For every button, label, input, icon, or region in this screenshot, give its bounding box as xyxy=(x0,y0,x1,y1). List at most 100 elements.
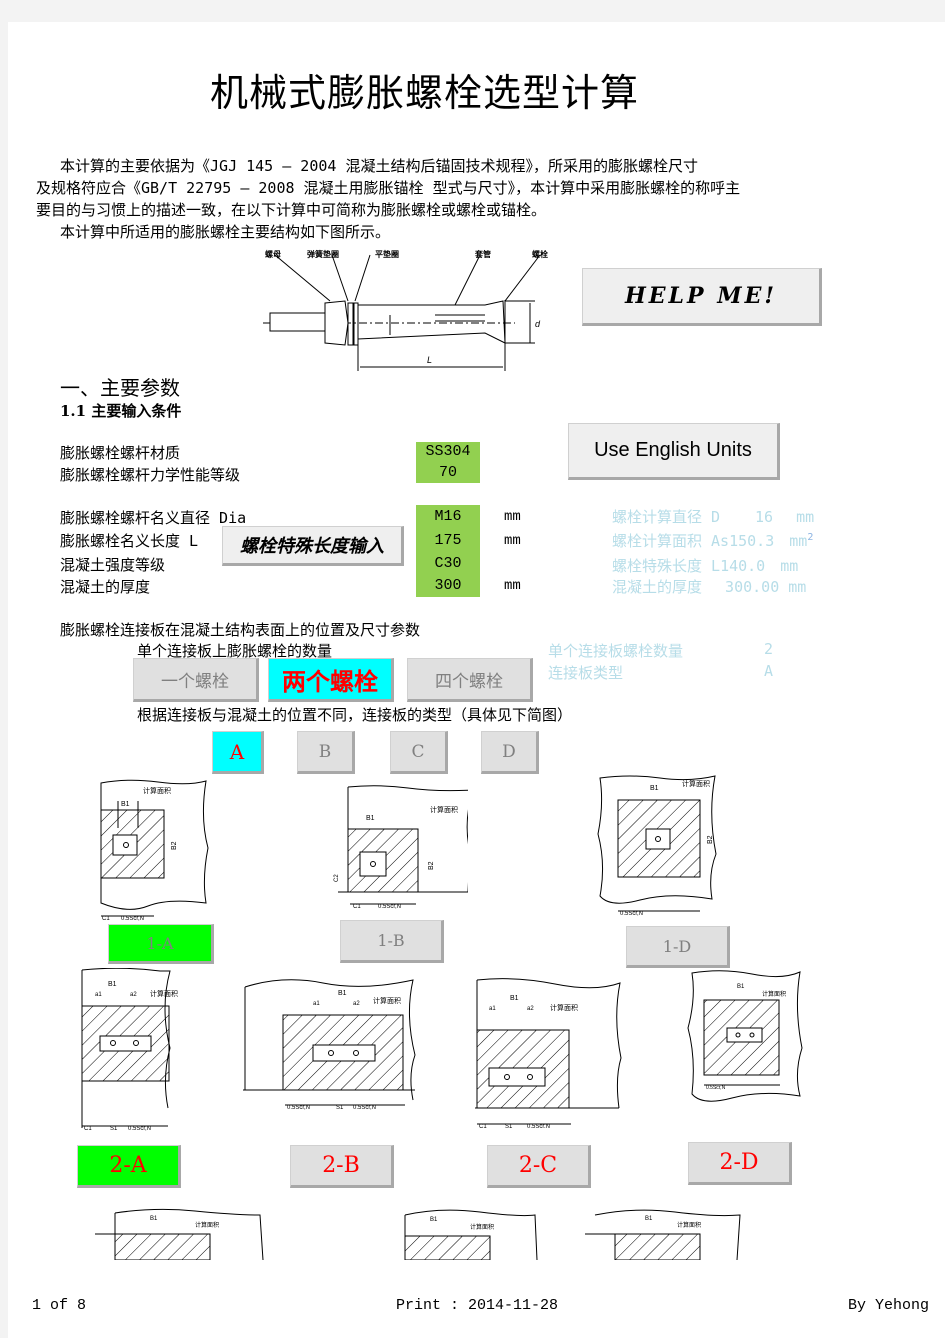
calc-thickness-unit: mm xyxy=(788,578,807,596)
length-label: 膨胀螺栓名义长度 L xyxy=(60,532,199,550)
label-calc-area: 计算面积 xyxy=(550,1003,578,1012)
four-bolts-button[interactable]: 四个螺栓 xyxy=(407,658,533,702)
label-half-scr: 0.5Scr,N xyxy=(527,1124,550,1128)
calc-area: 螺栓计算面积 As150.3 mm2 xyxy=(612,530,813,551)
diagram-1b: B1 计算面积 C1 0.5Scr,N C2 B2 xyxy=(334,785,468,910)
label-a1: a1 xyxy=(95,992,102,998)
label-a2: a2 xyxy=(130,992,137,998)
case-2a-button[interactable]: 2-A xyxy=(77,1145,181,1188)
calc-thickness: 混凝土的厚度 300.00 mm xyxy=(612,576,806,597)
label-b2: B2 xyxy=(428,861,435,870)
label-calc-area: 计算面积 xyxy=(143,786,171,795)
label-b1: B1 xyxy=(645,1216,653,1222)
diagram-partial-2: B1 计算面积 xyxy=(404,1209,538,1260)
label-calc-area: 计算面积 xyxy=(430,805,458,814)
label-b2: B2 xyxy=(171,841,178,850)
case-1d-button[interactable]: 1-D xyxy=(626,926,730,968)
summary-type-value: A xyxy=(764,662,774,680)
diameter-unit: mm xyxy=(504,509,521,525)
diagram-1a: B1 计算面积 C1 0.5Scr,N B2 xyxy=(100,779,209,922)
length-unit: mm xyxy=(504,533,521,549)
two-bolts-button[interactable]: 两个螺栓 xyxy=(268,658,394,702)
label-length: L xyxy=(427,355,432,365)
concrete-grade-input[interactable]: C30 xyxy=(416,553,480,575)
label-half-scr: 0.5Scr,N xyxy=(378,904,401,910)
case-1a-button[interactable]: 1-A xyxy=(108,924,214,964)
label-calc-area: 计算面积 xyxy=(677,1221,701,1229)
label-b1: B1 xyxy=(430,1217,438,1223)
diagram-partial-3: B1 计算面积 xyxy=(585,1209,741,1260)
diagram-2b: B1 a1 a2 计算面积 0.5Scr,N S1 0.5Scr,N xyxy=(243,979,416,1111)
calc-special-length-value: 140.0 xyxy=(720,557,766,575)
label-diameter: d xyxy=(535,319,541,329)
diameter-label: 膨胀螺栓螺杆名义直径 Dia xyxy=(60,509,247,527)
page-number: 1 of 8 xyxy=(32,1297,87,1314)
page-title: 机械式膨胀螺栓选型计算 xyxy=(210,71,640,115)
label-b1: B1 xyxy=(510,995,519,1002)
grade-input[interactable]: 70 xyxy=(416,462,480,483)
label-b1: B1 xyxy=(150,1216,158,1222)
section-heading: 一、主要参数 xyxy=(60,376,180,400)
label-half-scr: 0.5Scr,N xyxy=(128,1126,151,1132)
type-b-button[interactable]: B xyxy=(297,731,355,774)
label-calc-area: 计算面积 xyxy=(470,1223,494,1231)
label-b1: B1 xyxy=(650,785,659,792)
summary-count-value: 2 xyxy=(764,640,774,658)
summary-type-label: 连接板类型 xyxy=(548,664,624,682)
label-nut: 螺母 xyxy=(265,249,281,259)
one-bolt-button[interactable]: 一个螺栓 xyxy=(133,658,259,702)
calc-diameter-label: 螺栓计算直径 D xyxy=(612,508,721,526)
label-half-scr: 0.5Scr,N xyxy=(706,1085,726,1091)
author: By Yehong xyxy=(848,1297,930,1314)
label-calc-area: 计算面积 xyxy=(150,989,178,998)
calc-special-length-label: 螺栓特殊长度 L xyxy=(612,557,721,575)
calc-thickness-label: 混凝土的厚度 xyxy=(612,578,703,596)
intro-line-4: 本计算中所适用的膨胀螺栓主要结构如下图所示。 xyxy=(60,223,391,241)
label-a1: a1 xyxy=(489,1006,496,1012)
plate-type-label: 根据连接板与混凝土的位置不同，连接板的类型（具体见下简图） xyxy=(137,706,573,724)
help-me-button[interactable]: HELP ME! xyxy=(582,268,822,326)
grade-label: 膨胀螺栓螺杆力学性能等级 xyxy=(60,466,241,484)
label-calc-area: 计算面积 xyxy=(682,779,710,788)
calc-special-length: 螺栓特殊长度 L140.0 mm xyxy=(612,555,798,576)
material-input[interactable]: SS304 xyxy=(416,442,480,462)
length-input[interactable]: 175 xyxy=(416,529,480,553)
diagram-partial-1: B1 计算面积 xyxy=(95,1208,264,1260)
label-half-scr: 0.5Scr,N xyxy=(620,911,643,917)
label-half-scr-right: 0.5Scr,N xyxy=(353,1105,376,1111)
calc-area-label: 螺栓计算面积 As xyxy=(612,532,730,550)
label-c1: C1 xyxy=(353,904,361,910)
label-bolt: 螺栓 xyxy=(532,249,548,259)
label-b1: B1 xyxy=(338,990,347,997)
bolt-structure-diagram: 螺母 弹簧垫圈 平垫圈 套管 螺栓 L d xyxy=(263,249,548,371)
label-c1: C1 xyxy=(84,1126,92,1132)
label-s1: S1 xyxy=(110,1126,118,1132)
special-length-button[interactable]: 螺栓特殊长度输入 xyxy=(222,526,404,566)
type-a-button[interactable]: A xyxy=(212,731,264,774)
calc-diameter-unit: mm xyxy=(796,508,815,526)
print-date: Print : 2014-11-28 xyxy=(396,1297,559,1314)
case-1b-button[interactable]: 1-B xyxy=(340,920,444,963)
label-c2: C2 xyxy=(334,874,340,882)
diameter-input[interactable]: M16 xyxy=(416,505,480,529)
case-2d-button[interactable]: 2-D xyxy=(688,1142,792,1185)
type-d-button[interactable]: D xyxy=(481,731,539,774)
use-english-units-button[interactable]: Use English Units xyxy=(568,423,780,480)
type-c-button[interactable]: C xyxy=(390,731,448,774)
case-2b-button[interactable]: 2-B xyxy=(290,1145,394,1188)
label-a1: a1 xyxy=(313,1001,320,1007)
calc-thickness-value: 300.00 xyxy=(725,578,780,596)
calc-diameter: 螺栓计算直径 D 16 mm xyxy=(612,506,814,527)
case-2c-button[interactable]: 2-C xyxy=(487,1145,591,1188)
label-half-scr-left: 0.5Scr,N xyxy=(287,1105,310,1111)
label-b1: B1 xyxy=(737,984,745,990)
label-c1: C1 xyxy=(479,1124,487,1128)
concrete-grade-label: 混凝土强度等级 xyxy=(60,556,166,574)
label-spring-washer: 弹簧垫圈 xyxy=(307,249,339,259)
concrete-thickness-input[interactable]: 300 xyxy=(416,575,480,597)
label-calc-area: 计算面积 xyxy=(373,996,401,1005)
label-s1: S1 xyxy=(505,1124,513,1128)
concrete-thickness-label: 混凝土的厚度 xyxy=(60,578,151,596)
calc-area-value: 150.3 xyxy=(729,532,775,550)
label-c1: C1 xyxy=(102,916,110,922)
